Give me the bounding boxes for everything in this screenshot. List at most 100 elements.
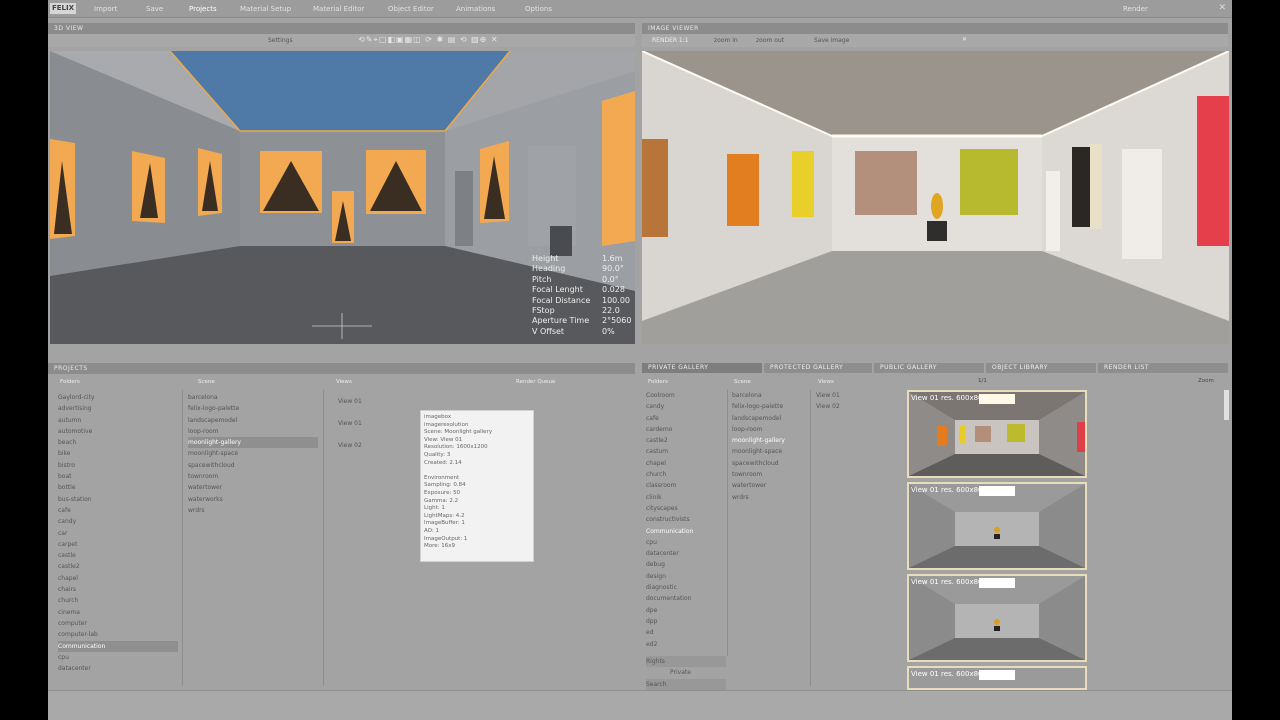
gallery-folder-item[interactable]: castle2 xyxy=(646,435,726,446)
scene-item-selected[interactable]: moonlight-gallery xyxy=(188,437,318,449)
zoom-in-button[interactable]: zoom in xyxy=(714,37,738,44)
gallery-scene-item[interactable]: watertower xyxy=(732,480,808,491)
folder-item[interactable]: cpu xyxy=(58,652,178,663)
scene-item[interactable]: waterworks xyxy=(188,494,318,505)
tab-object-library[interactable]: OBJECT LIBRARY xyxy=(986,363,1096,373)
folder-item[interactable]: beach xyxy=(58,437,178,448)
menu-object-editor[interactable]: Object Editor xyxy=(388,5,434,13)
gallery-folder-item[interactable]: ed2 xyxy=(646,639,726,650)
folder-item[interactable]: boat xyxy=(58,471,178,482)
menu-material-setup[interactable]: Material Setup xyxy=(240,5,291,13)
gallery-scene-item[interactable]: barcelona xyxy=(732,390,808,401)
folder-item[interactable]: Gaylord-city xyxy=(58,392,178,403)
folder-item[interactable]: computer-lab xyxy=(58,629,178,640)
gallery-thumbnail[interactable]: View 01 res. 600x800 xyxy=(907,574,1087,662)
menu-animations[interactable]: Animations xyxy=(456,5,495,13)
gallery-scene-item[interactable]: moonlight-space xyxy=(732,446,808,457)
gallery-folder-item[interactable]: classroom xyxy=(646,480,726,491)
close-icon[interactable]: ✕ xyxy=(962,36,967,43)
menu-save[interactable]: Save xyxy=(146,5,163,13)
gallery-folder-item-selected[interactable]: Communication xyxy=(646,526,726,537)
zoom-out-button[interactable]: zoom out xyxy=(756,37,784,44)
gallery-view-item[interactable]: View 01 xyxy=(816,390,876,401)
folder-item[interactable]: automotive xyxy=(58,426,178,437)
gallery-folder-item[interactable]: design xyxy=(646,571,726,582)
gallery-folder-item[interactable]: cityscapes xyxy=(646,503,726,514)
tab-private-gallery[interactable]: PRIVATE GALLERY xyxy=(642,363,762,373)
close-icon[interactable]: ✕ xyxy=(1218,3,1226,13)
gallery-folder-item[interactable]: documentation xyxy=(646,593,726,604)
view-item[interactable]: View 02 xyxy=(338,440,408,451)
gallery-pager[interactable]: 1/1 xyxy=(978,378,987,384)
save-image-button[interactable]: Save image xyxy=(814,37,849,44)
folder-item[interactable]: candy xyxy=(58,516,178,527)
scene-item[interactable]: felix-logo-palette xyxy=(188,403,318,414)
gallery-zoom[interactable]: Zoom xyxy=(1198,378,1214,384)
gallery-thumbnail[interactable]: View 01 res. 600x800 xyxy=(907,666,1087,690)
gallery-thumbnail[interactable]: View 01 res. 600x800 xyxy=(907,390,1087,478)
folder-item[interactable]: car xyxy=(58,528,178,539)
menu-material-editor[interactable]: Material Editor xyxy=(313,5,364,13)
scene-item[interactable]: landscapemodel xyxy=(188,415,318,426)
folder-item[interactable]: carpet xyxy=(58,539,178,550)
tab-protected-gallery[interactable]: PROTECTED GALLERY xyxy=(764,363,872,373)
gallery-scene-item[interactable]: landscapemodel xyxy=(732,413,808,424)
gallery-scene-item[interactable]: spacewithcloud xyxy=(732,458,808,469)
menu-import[interactable]: Import xyxy=(94,5,117,13)
menu-options[interactable]: Options xyxy=(525,5,552,13)
gallery-scene-item-selected[interactable]: moonlight-gallery xyxy=(732,435,808,446)
gallery-scene-item[interactable]: wrdrs xyxy=(732,492,808,503)
folder-item[interactable]: autumn xyxy=(58,415,178,426)
gallery-folder-item[interactable]: cafe xyxy=(646,413,726,424)
search-field[interactable]: Search xyxy=(646,678,726,690)
scene-item[interactable]: townroom xyxy=(188,471,318,482)
gallery-view-item[interactable]: View 02 xyxy=(816,401,876,412)
view-item[interactable]: View 01 xyxy=(338,418,408,440)
tab-render-list[interactable]: RENDER LIST xyxy=(1098,363,1228,373)
menu-render[interactable]: Render xyxy=(1123,5,1148,13)
tool-icons[interactable]: ⟲✎⌖▢◧▣▦◫ ⟳ ✱ ▤ ⟲ ▨⊕ ✕ xyxy=(358,35,499,45)
gallery-thumbnail[interactable]: View 01 res. 600x800 xyxy=(907,482,1087,570)
gallery-folder-item[interactable]: chapel xyxy=(646,458,726,469)
gallery-folder-item[interactable]: cardemo xyxy=(646,424,726,435)
settings-button[interactable]: Settings xyxy=(268,37,293,44)
gallery-folder-item[interactable]: candy xyxy=(646,401,726,412)
render-ratio-button[interactable]: RENDER 1:1 xyxy=(652,37,689,44)
gallery-folder-item[interactable]: cpu xyxy=(646,537,726,548)
gallery-folder-item[interactable]: datacenter xyxy=(646,548,726,559)
folder-item[interactable]: bike xyxy=(58,448,178,459)
folder-item[interactable]: castle xyxy=(58,550,178,561)
folder-item[interactable]: datacenter xyxy=(58,663,178,674)
folder-item[interactable]: bus-station xyxy=(58,494,178,505)
folder-item[interactable]: chapel xyxy=(58,573,178,584)
gallery-folder-item[interactable]: clinik xyxy=(646,492,726,503)
folder-item-selected[interactable]: Communication xyxy=(58,640,178,652)
3d-viewport[interactable]: Height Heading Pitch Focal Lenght Focal … xyxy=(50,51,635,344)
gallery-folder-item[interactable]: ed xyxy=(646,627,726,638)
gallery-scene-item[interactable]: loop-room xyxy=(732,424,808,435)
folder-item[interactable]: chairs xyxy=(58,584,178,595)
gallery-scene-item[interactable]: felix-logo-palette xyxy=(732,401,808,412)
scene-item[interactable]: spacewithcloud xyxy=(188,460,318,471)
gallery-folder-item[interactable]: castum xyxy=(646,446,726,457)
scene-item[interactable]: barcelona xyxy=(188,392,318,403)
gallery-folder-item[interactable]: dpe xyxy=(646,605,726,616)
gallery-scene-item[interactable]: townroom xyxy=(732,469,808,480)
gallery-folder-item[interactable]: church xyxy=(646,469,726,480)
gallery-folder-item[interactable]: debug xyxy=(646,559,726,570)
private-option[interactable]: Private xyxy=(646,667,726,678)
gallery-folder-item[interactable]: dpp xyxy=(646,616,726,627)
scene-item[interactable]: moonlight-space xyxy=(188,448,318,459)
menu-projects[interactable]: Projects xyxy=(189,5,217,13)
folder-item[interactable]: castle2 xyxy=(58,561,178,572)
scene-item[interactable]: wrdrs xyxy=(188,505,318,516)
gallery-folder-item[interactable]: constructivists xyxy=(646,514,726,525)
folder-item[interactable]: cafe xyxy=(58,505,178,516)
folder-item[interactable]: cinema xyxy=(58,607,178,618)
view-item[interactable]: View 01 xyxy=(338,396,408,418)
gallery-folder-item[interactable]: Coolroom xyxy=(646,390,726,401)
folder-item[interactable]: bottle xyxy=(58,482,178,493)
tab-public-gallery[interactable]: PUBLIC GALLERY xyxy=(874,363,984,373)
scene-item[interactable]: loop-room xyxy=(188,426,318,437)
folder-item[interactable]: bistro xyxy=(58,460,178,471)
